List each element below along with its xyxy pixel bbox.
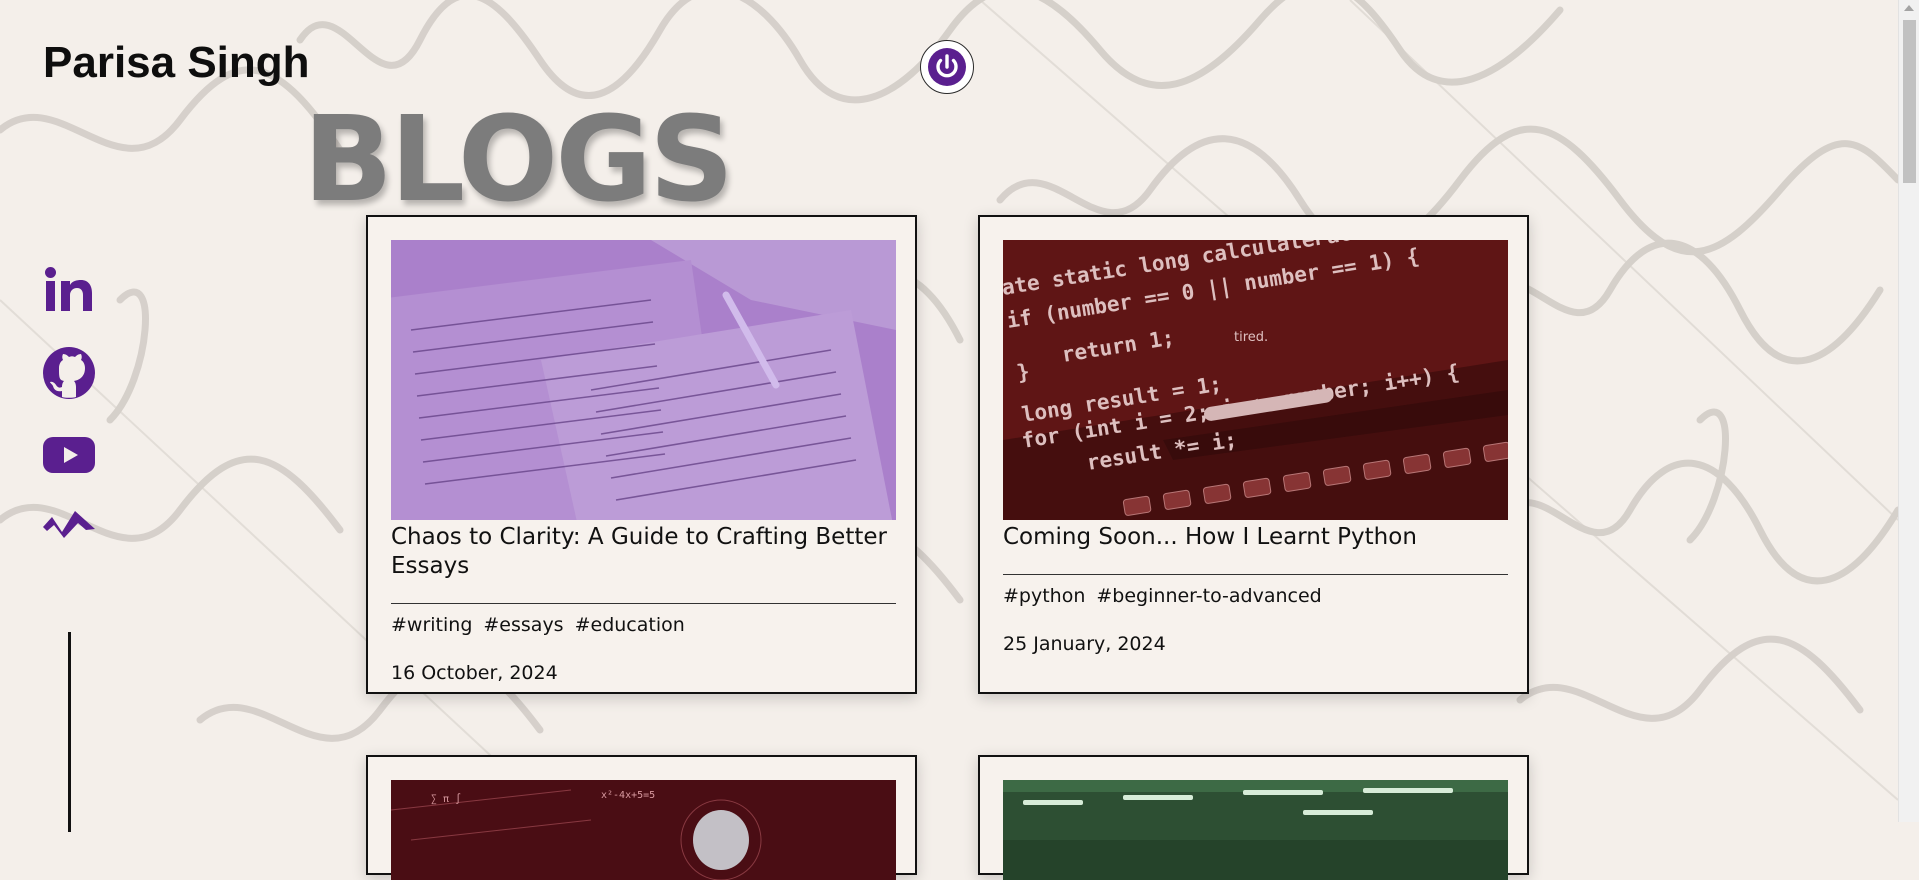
blog-card-divider [1003, 574, 1508, 575]
scroll-up-arrow-icon[interactable] [1904, 5, 1914, 11]
blog-card-image [391, 240, 896, 520]
youtube-link[interactable] [42, 428, 96, 482]
blog-card[interactable] [978, 755, 1529, 880]
blog-card-title[interactable]: Chaos to Clarity: A Guide to Crafting Be… [391, 523, 896, 581]
blog-card-date: 16 October, 2024 [391, 662, 558, 684]
handwriting-background [0, 0, 1898, 821]
blog-card-date: 25 January, 2024 [1003, 633, 1166, 655]
blog-card[interactable]: x²-4x+5=5 ∑ π ∫ [366, 755, 917, 880]
svg-text:x²-4x+5=5: x²-4x+5=5 [601, 790, 655, 801]
site-name[interactable]: Parisa Singh [43, 38, 310, 88]
section-title: BLOGS [303, 90, 734, 228]
github-link[interactable] [42, 346, 96, 400]
blog-tag[interactable]: #beginner-to-advanced [1096, 585, 1321, 607]
blog-tag[interactable]: #education [575, 614, 685, 636]
blog-tag[interactable]: #python [1003, 585, 1085, 607]
page-scrollbar[interactable] [1898, 0, 1919, 822]
linkedin-link[interactable] [42, 264, 96, 318]
youtube-icon [43, 437, 95, 473]
theme-toggle-button[interactable] [920, 40, 974, 94]
blog-card[interactable]: Chaos to Clarity: A Guide to Crafting Be… [366, 215, 917, 694]
blog-card-tags: #writing #essays #education [391, 614, 685, 636]
social-divider-line [68, 632, 71, 832]
blog-card-image [1003, 780, 1508, 880]
blog-card-image: x²-4x+5=5 ∑ π ∫ [391, 780, 896, 880]
power-icon [928, 48, 966, 86]
blog-tag[interactable]: #writing [391, 614, 472, 636]
blog-card-image: ate static long calculateFactorial if (n… [1003, 240, 1508, 520]
blog-tag[interactable]: #essays [483, 614, 563, 636]
linkedin-icon [45, 267, 92, 311]
blog-card[interactable]: ate static long calculateFactorial if (n… [978, 215, 1529, 694]
blog-card-title[interactable]: Coming Soon... How I Learnt Python [1003, 523, 1508, 552]
github-icon [43, 347, 95, 399]
svg-text:∑ π ∫: ∑ π ∫ [431, 793, 461, 805]
scrollbar-thumb[interactable] [1903, 20, 1916, 183]
blog-card-tags: #python #beginner-to-advanced [1003, 585, 1322, 607]
substack-icon [43, 511, 95, 538]
blog-card-divider [391, 603, 896, 604]
medium-link[interactable] [42, 496, 96, 550]
